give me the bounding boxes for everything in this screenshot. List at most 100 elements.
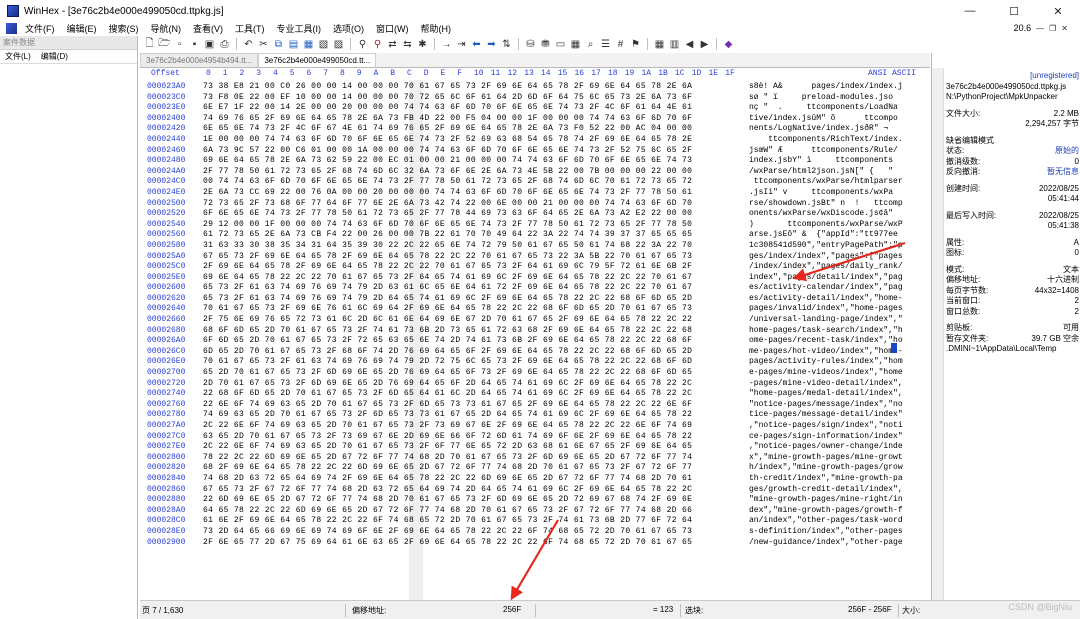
menu-navigate[interactable]: 导航(N) bbox=[145, 22, 188, 35]
save-as-icon[interactable]: ▪ bbox=[188, 38, 201, 51]
row-ascii-text[interactable]: "notice-pages/message/index","no bbox=[749, 400, 929, 409]
row-ascii-text[interactable]: x","mine-growth-pages/mine-growt bbox=[749, 453, 929, 462]
menu-window[interactable]: 窗口(W) bbox=[370, 22, 415, 35]
prev-page-icon[interactable]: ◀ bbox=[683, 38, 696, 51]
info-panel-scrollbar[interactable] bbox=[932, 68, 944, 600]
row-hex-bytes[interactable]: 67 65 73 2F 67 72 6F 77 74 68 2D 63 72 6… bbox=[203, 485, 743, 494]
row-ascii-text[interactable]: tive/index.jsûM" õ ttcompo bbox=[749, 114, 929, 123]
hex-row[interactable]: 000027C0 63 65 2D 70 61 67 65 73 2F 73 69… bbox=[140, 432, 930, 443]
find-next-icon[interactable]: ✱ bbox=[416, 38, 429, 51]
row-ascii-text[interactable]: onents/wxParse/wxDiscode.js¢â" bbox=[749, 209, 929, 218]
fill-icon[interactable]: ▨ bbox=[332, 38, 345, 51]
hex-row[interactable]: 00002740 22 68 6F 6D 65 2D 70 61 67 65 73… bbox=[140, 389, 930, 400]
row-hex-bytes[interactable]: 6F 6D 65 2D 70 61 67 65 73 2F 72 65 63 6… bbox=[203, 336, 743, 345]
table-icon[interactable]: ▥ bbox=[668, 38, 681, 51]
hex-row[interactable]: 00002880 22 6D 69 6E 65 2D 67 72 6F 77 74… bbox=[140, 495, 930, 506]
hex-row[interactable]: 00002620 65 73 2F 61 63 74 69 76 69 74 79… bbox=[140, 294, 930, 305]
row-ascii-text[interactable]: home-pages/task-search/index","h bbox=[749, 326, 929, 335]
row-ascii-text[interactable]: nents/LogNative/index.jsðR" ¬ bbox=[749, 124, 929, 133]
hex-row[interactable]: 000024C0 00 74 74 63 6F 6D 70 6F 6E 65 6E… bbox=[140, 177, 930, 188]
hex-row[interactable]: 000024A0 2F 77 78 50 61 72 73 65 2F 68 74… bbox=[140, 167, 930, 178]
row-ascii-text[interactable]: ges/index/index","pages":["pages bbox=[749, 252, 929, 261]
row-ascii-text[interactable]: .jsÌi" v ttcomponents/wxPa bbox=[749, 188, 929, 197]
close-button[interactable]: ✕ bbox=[1036, 0, 1080, 22]
row-hex-bytes[interactable]: 2F 6E 65 77 2D 67 75 69 64 61 6E 63 65 2… bbox=[203, 538, 743, 547]
row-ascii-text[interactable]: /wxParse/html2json.jsN[" { " bbox=[749, 167, 929, 176]
properties-icon[interactable]: ▣ bbox=[203, 38, 216, 51]
hex-row[interactable]: 00002460 6A 73 9C 57 22 00 C6 01 00 00 1A… bbox=[140, 146, 930, 157]
find-hex-icon[interactable]: ⚲ bbox=[371, 38, 384, 51]
row-ascii-text[interactable]: "home-pages/medal-detail/index", bbox=[749, 389, 929, 398]
row-ascii-text[interactable]: s-definition/index","other-pages bbox=[749, 527, 929, 536]
hex-row[interactable]: 00002860 67 65 73 2F 67 72 6F 77 74 68 2D… bbox=[140, 485, 930, 496]
menu-help[interactable]: 帮助(H) bbox=[415, 22, 458, 35]
row-ascii-text[interactable]: ce-pages/sign-information/index" bbox=[749, 432, 929, 441]
row-ascii-text[interactable]: dex","mine-growth-pages/growth-f bbox=[749, 506, 929, 515]
row-ascii-text[interactable]: ,"notice-pages/owner-change/inde bbox=[749, 442, 929, 451]
cut-icon[interactable]: ✂ bbox=[257, 38, 270, 51]
document-icon[interactable] bbox=[6, 22, 17, 34]
save-icon[interactable]: ▫ bbox=[173, 38, 186, 51]
paste-block-icon[interactable]: ▦ bbox=[302, 38, 315, 51]
row-ascii-text[interactable]: ttcomponents/RichText/index. bbox=[749, 135, 929, 144]
row-hex-bytes[interactable]: 6E 65 6E 74 73 2F 4C 6F 67 4E 61 74 69 7… bbox=[203, 124, 743, 133]
row-ascii-text[interactable]: h/index","mine-growth-pages/grow bbox=[749, 463, 929, 472]
hex-row[interactable]: 000025C0 2F 69 6E 64 65 78 2F 69 6E 64 65… bbox=[140, 262, 930, 273]
hex-row[interactable]: 00002440 1E 00 00 00 74 74 63 6F 6D 70 6F… bbox=[140, 135, 930, 146]
row-ascii-text[interactable]: ttcomponents/wxParse/htmlparser bbox=[749, 177, 929, 186]
hex-row[interactable]: 000026C0 6D 65 2D 70 61 67 65 73 2F 68 6F… bbox=[140, 347, 930, 358]
row-ascii-text[interactable]: /universal-landing-page/index"," bbox=[749, 315, 929, 324]
row-ascii-text[interactable]: rse/showdown.jsBt" n ! ttcomp bbox=[749, 199, 929, 208]
case-menu-edit[interactable]: 编辑(D) bbox=[36, 51, 73, 62]
minimize-button[interactable]: — bbox=[948, 0, 992, 22]
analyze-icon[interactable]: ◆ bbox=[722, 38, 735, 51]
row-ascii-text[interactable]: th-credit/index","mine-growth-pa bbox=[749, 474, 929, 483]
case-menu-file[interactable]: 文件(L) bbox=[0, 51, 36, 62]
row-hex-bytes[interactable]: 2C 22 6E 6F 74 69 63 65 2D 70 61 67 65 7… bbox=[203, 421, 743, 430]
row-hex-bytes[interactable]: 61 72 73 65 2E 6A 73 CB F4 22 00 26 00 0… bbox=[203, 230, 743, 239]
hex-editor[interactable]: Offset ANSI ASCII 0 1 2 3 4 5 6 7 8 9 A B C D E F 10 11 12… bbox=[140, 68, 930, 600]
hex-row[interactable]: 000028C0 61 6E 2F 69 6E 64 65 78 22 2C 22… bbox=[140, 516, 930, 527]
row-hex-bytes[interactable]: 74 68 2D 63 72 65 64 69 74 2F 69 6E 64 6… bbox=[203, 474, 743, 483]
close-icon[interactable]: ✕ bbox=[1061, 24, 1068, 33]
row-hex-bytes[interactable]: 73 2D 64 65 66 69 6E 69 74 69 6F 6E 2F 6… bbox=[203, 527, 743, 536]
ram-icon[interactable]: ▭ bbox=[554, 38, 567, 51]
goto-page-icon[interactable]: ⇥ bbox=[455, 38, 468, 51]
hex-row[interactable]: 00002420 6E 65 6E 74 73 2F 4C 6F 67 4E 61… bbox=[140, 124, 930, 135]
open-file-icon[interactable]: 🗁 bbox=[158, 38, 171, 51]
hex-row[interactable]: 00002640 70 61 67 65 73 2F 69 6E 76 61 6C… bbox=[140, 304, 930, 315]
goto-offset-icon[interactable]: → bbox=[440, 38, 453, 51]
copy-icon[interactable]: ⧉ bbox=[272, 38, 285, 51]
row-hex-bytes[interactable]: 2F 69 6E 64 65 78 2F 69 6E 64 65 78 22 2… bbox=[203, 262, 743, 271]
menu-tools[interactable]: 工具(T) bbox=[229, 22, 271, 35]
hex-row[interactable]: 000028A0 64 65 78 22 2C 22 6D 69 6E 65 2D… bbox=[140, 506, 930, 517]
menu-view[interactable]: 查看(V) bbox=[187, 22, 229, 35]
row-ascii-text[interactable]: ome-pages/recent-task/index","ho bbox=[749, 336, 929, 345]
hex-row[interactable]: 00002680 68 6F 6D 65 2D 70 61 67 65 73 2F… bbox=[140, 326, 930, 337]
row-hex-bytes[interactable]: 6A 73 9C 57 22 00 C6 01 00 00 1A 00 00 0… bbox=[203, 146, 743, 155]
row-ascii-text[interactable]: -pages/mine-video-detail/index", bbox=[749, 379, 929, 388]
hex-row[interactable]: 00002900 2F 6E 65 77 2D 67 75 69 64 61 6E… bbox=[140, 538, 930, 549]
row-hex-bytes[interactable]: 70 61 67 65 73 2F 69 6E 76 61 6C 69 64 2… bbox=[203, 304, 743, 313]
row-hex-bytes[interactable]: 69 6E 64 65 78 22 2C 22 70 61 67 65 73 2… bbox=[203, 273, 743, 282]
row-hex-bytes[interactable]: 61 6E 2F 69 6E 64 65 78 22 2C 22 6F 74 6… bbox=[203, 516, 743, 525]
hex-row[interactable]: 00002560 61 72 73 65 2E 6A 73 CB F4 22 00… bbox=[140, 230, 930, 241]
row-hex-bytes[interactable]: 73 38 E8 21 00 C0 26 00 00 14 00 00 00 7… bbox=[203, 82, 743, 91]
next-page-icon[interactable]: ▶ bbox=[698, 38, 711, 51]
hex-row[interactable]: 000023E0 6E E7 1F 22 00 14 2E 00 00 20 00… bbox=[140, 103, 930, 114]
hex-row[interactable]: 00002500 72 73 65 2F 73 68 6F 77 64 6F 77… bbox=[140, 199, 930, 210]
row-ascii-text[interactable]: an/index","other-pages/task-word bbox=[749, 516, 929, 525]
hex-row[interactable]: 000026E0 70 61 67 65 73 2F 61 63 74 69 76… bbox=[140, 357, 930, 368]
row-ascii-text[interactable]: ,"notice-pages/sign/index","noti bbox=[749, 421, 929, 430]
hex-row[interactable]: 000027E0 2C 22 6E 6F 74 69 63 65 2D 70 61… bbox=[140, 442, 930, 453]
row-hex-bytes[interactable]: 74 69 76 65 2F 69 6E 64 65 78 2E 6A 73 F… bbox=[203, 114, 743, 123]
row-hex-bytes[interactable]: 73 F8 0E 22 00 EF 10 00 00 14 00 00 00 7… bbox=[203, 93, 743, 102]
row-hex-bytes[interactable]: 2C 22 6E 6F 74 69 63 65 2D 70 61 67 65 7… bbox=[203, 442, 743, 451]
hex-row[interactable]: 00002600 65 73 2F 61 63 74 69 76 69 74 79… bbox=[140, 283, 930, 294]
row-hex-bytes[interactable]: 74 69 63 65 2D 70 61 67 65 73 2F 6D 65 7… bbox=[203, 410, 743, 419]
row-hex-bytes[interactable]: 70 61 67 65 73 2F 61 63 74 69 76 69 74 7… bbox=[203, 357, 743, 366]
row-hex-bytes[interactable]: 67 65 73 2F 69 6E 64 65 78 2F 69 6E 64 6… bbox=[203, 252, 743, 261]
hex-row[interactable]: 00002700 65 2D 70 61 67 65 73 2F 6D 69 6E… bbox=[140, 368, 930, 379]
disk-tools-icon[interactable]: ⛃ bbox=[539, 38, 552, 51]
grid-icon[interactable]: ▦ bbox=[653, 38, 666, 51]
